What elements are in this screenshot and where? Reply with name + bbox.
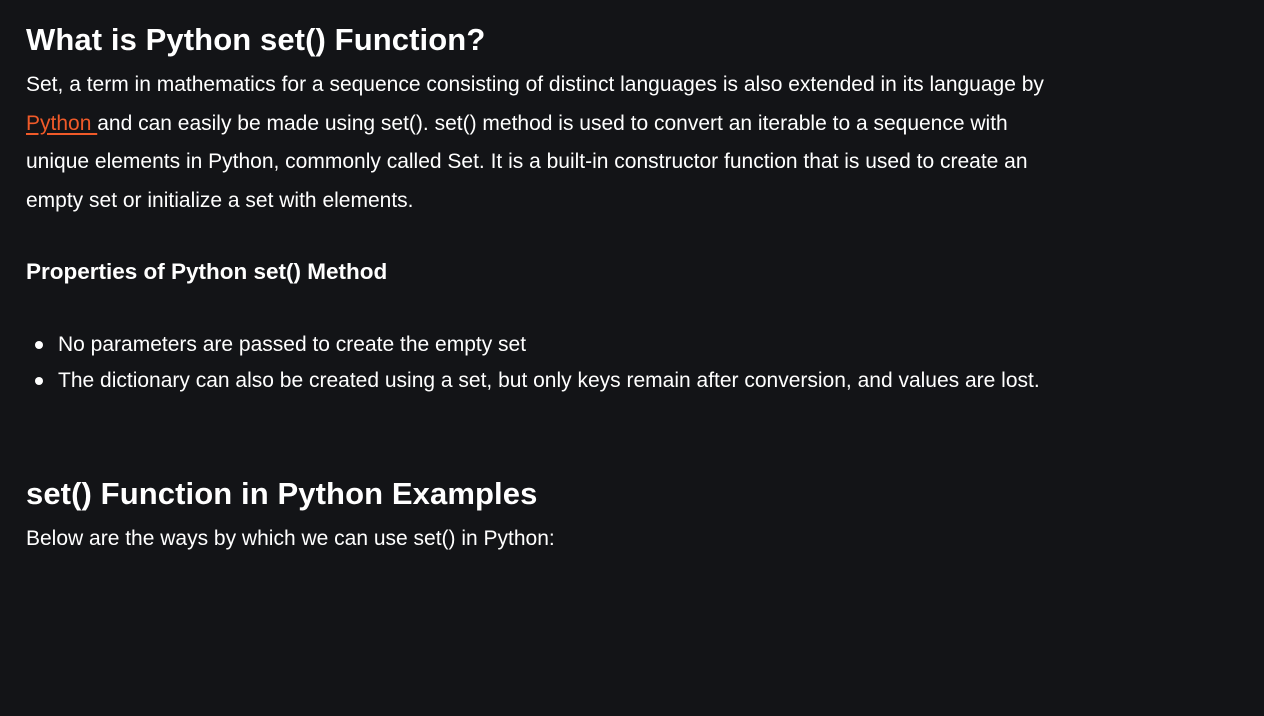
examples-heading: set() Function in Python Examples bbox=[26, 476, 538, 511]
python-link[interactable]: Python bbox=[26, 112, 97, 135]
page-title: What is Python set() Function? bbox=[26, 22, 486, 57]
properties-heading: Properties of Python set() Method bbox=[26, 259, 388, 284]
intro-paragraph: Set, a term in mathematics for a sequenc… bbox=[26, 66, 1071, 220]
list-item: No parameters are passed to create the e… bbox=[26, 327, 1076, 363]
examples-intro-text: Below are the ways by which we can use s… bbox=[26, 527, 555, 550]
list-item: The dictionary can also be created using… bbox=[26, 363, 1076, 399]
intro-text-after-link: and can easily be made using set(). set(… bbox=[26, 111, 1028, 212]
properties-list: No parameters are passed to create the e… bbox=[26, 327, 1076, 399]
intro-text-before-link: Set, a term in mathematics for a sequenc… bbox=[26, 73, 1044, 96]
